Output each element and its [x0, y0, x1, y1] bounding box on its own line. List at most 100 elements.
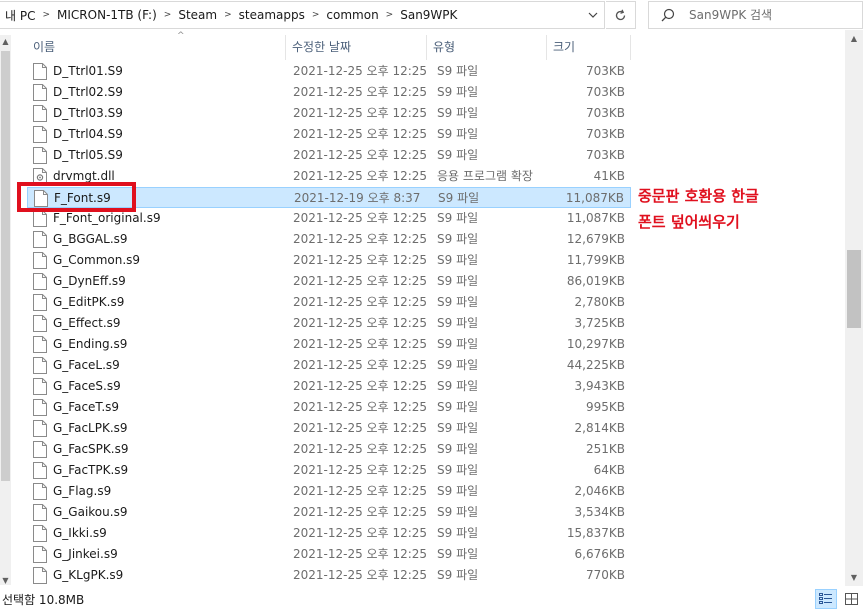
- breadcrumb-this-pc[interactable]: 내 PC: [2, 7, 38, 24]
- file-row[interactable]: G_Jinkei.s9 2021-12-25 오후 12:25 S9 파일 6,676…: [27, 544, 631, 565]
- file-icon: [33, 294, 47, 311]
- file-date-modified: 2021-12-25 오후 12:25: [293, 148, 428, 162]
- file-size: 11,087KB: [566, 211, 625, 225]
- file-date-modified: 2021-12-25 오후 12:25: [293, 505, 428, 519]
- breadcrumb-steam[interactable]: Steam: [175, 8, 220, 22]
- column-header-name[interactable]: ^ 이름: [27, 31, 286, 60]
- file-row[interactable]: D_Ttrl02.S9 2021-12-25 오후 12:25 S9 파일 703KB: [27, 82, 631, 103]
- breadcrumb-steamapps[interactable]: steamapps: [236, 8, 308, 22]
- status-text: 선택함 10.8MB: [2, 593, 85, 607]
- address-bar: 내 PC > MICRON-1TB (F:) > Steam > steamap…: [0, 0, 863, 30]
- file-type: S9 파일: [437, 421, 479, 435]
- breadcrumb-san9wpk[interactable]: San9WPK: [397, 8, 460, 22]
- file-date-modified: 2021-12-25 오후 12:25: [293, 253, 428, 267]
- file-row[interactable]: G_FacSPK.s9 2021-12-25 오후 12:25 S9 파일 251KB: [27, 439, 631, 460]
- file-icon: [33, 399, 47, 416]
- file-row[interactable]: G_Flag.s9 2021-12-25 오후 12:25 S9 파일 2,046KB: [27, 481, 631, 502]
- search-icon: [655, 8, 681, 22]
- file-name: D_Ttrl04.S9: [53, 127, 123, 141]
- breadcrumb-separator-icon[interactable]: >: [38, 10, 54, 20]
- refresh-button[interactable]: [606, 1, 636, 29]
- file-size: 703KB: [585, 64, 625, 78]
- large-icons-view-button[interactable]: [840, 589, 862, 609]
- vertical-scrollbar[interactable]: ▲ ▼: [845, 30, 863, 586]
- file-date-modified: 2021-12-25 오후 12:25: [293, 295, 428, 309]
- file-name: G_FaceT.s9: [53, 400, 120, 414]
- file-row[interactable]: G_KLgPK.s9 2021-12-25 오후 12:25 S9 파일 770KB: [27, 565, 631, 584]
- scroll-up-icon[interactable]: ▲: [845, 30, 863, 47]
- file-row[interactable]: D_Ttrl01.S9 2021-12-25 오후 12:25 S9 파일 703KB: [27, 61, 631, 82]
- file-size: 770KB: [585, 568, 625, 582]
- file-type: S9 파일: [437, 253, 479, 267]
- file-icon: [33, 378, 47, 395]
- file-name: G_FacLPK.s9: [53, 421, 128, 435]
- file-type: S9 파일: [437, 274, 479, 288]
- search-box[interactable]: [648, 1, 863, 29]
- file-size: 995KB: [585, 400, 625, 414]
- address-history-dropdown[interactable]: [581, 2, 605, 28]
- breadcrumb-separator-icon[interactable]: >: [308, 10, 324, 20]
- file-date-modified: 2021-12-25 오후 12:25: [293, 358, 428, 372]
- breadcrumb-separator-icon[interactable]: >: [382, 10, 398, 20]
- file-row[interactable]: G_Ikki.s9 2021-12-25 오후 12:25 S9 파일 15,837K…: [27, 523, 631, 544]
- breadcrumb-separator-icon[interactable]: >: [220, 10, 236, 20]
- file-icon: [33, 147, 47, 164]
- file-icon: [33, 315, 47, 332]
- file-row[interactable]: G_FacLPK.s9 2021-12-25 오후 12:25 S9 파일 2,814…: [27, 418, 631, 439]
- file-row[interactable]: D_Ttrl05.S9 2021-12-25 오후 12:25 S9 파일 703KB: [27, 145, 631, 166]
- file-size: 2,814KB: [574, 421, 625, 435]
- column-header-type[interactable]: 유형: [427, 35, 547, 60]
- breadcrumb-drive[interactable]: MICRON-1TB (F:): [54, 8, 160, 22]
- breadcrumb-common[interactable]: common: [323, 8, 381, 22]
- file-icon: [33, 63, 47, 80]
- file-size: 703KB: [585, 106, 625, 120]
- address-box[interactable]: 내 PC > MICRON-1TB (F:) > Steam > steamap…: [0, 1, 605, 29]
- file-size: 11,799KB: [566, 253, 625, 267]
- file-size: 12,679KB: [566, 232, 625, 246]
- file-date-modified: 2021-12-25 오후 12:25: [293, 547, 428, 561]
- scroll-down-icon[interactable]: ▼: [845, 569, 863, 586]
- file-icon: [33, 441, 47, 458]
- file-date-modified: 2021-12-25 오후 12:25: [293, 337, 428, 351]
- search-input[interactable]: [689, 8, 859, 22]
- file-date-modified: 2021-12-25 오후 12:25: [293, 169, 428, 183]
- file-size: 86,019KB: [566, 274, 625, 288]
- file-row[interactable]: G_FacTPK.s9 2021-12-25 오후 12:25 S9 파일 64KB: [27, 460, 631, 481]
- file-size: 6,676KB: [574, 547, 625, 561]
- file-date-modified: 2021-12-25 오후 12:25: [293, 421, 428, 435]
- file-size: 703KB: [585, 148, 625, 162]
- file-row[interactable]: G_Ending.s9 2021-12-25 오후 12:25 S9 파일 10,29…: [27, 334, 631, 355]
- file-type: S9 파일: [437, 400, 479, 414]
- column-header-name-label: 이름: [33, 40, 56, 54]
- file-type: S9 파일: [438, 191, 480, 205]
- file-type: S9 파일: [437, 379, 479, 393]
- file-list: D_Ttrl01.S9 2021-12-25 오후 12:25 S9 파일 703KB…: [0, 61, 845, 584]
- file-row[interactable]: G_DynEff.s9 2021-12-25 오후 12:25 S9 파일 86,01…: [27, 271, 631, 292]
- scroll-thumb[interactable]: [847, 250, 861, 328]
- file-row[interactable]: G_BGGAL.s9 2021-12-25 오후 12:25 S9 파일 12,679…: [27, 229, 631, 250]
- file-size: 11,087KB: [565, 191, 624, 205]
- file-type: S9 파일: [437, 568, 479, 582]
- file-date-modified: 2021-12-25 오후 12:25: [293, 526, 428, 540]
- file-date-modified: 2021-12-25 오후 12:25: [293, 85, 428, 99]
- file-date-modified: 2021-12-25 오후 12:25: [293, 442, 428, 456]
- breadcrumb-separator-icon[interactable]: >: [160, 10, 176, 20]
- details-view-button[interactable]: [815, 589, 837, 609]
- file-size: 3,943KB: [574, 379, 625, 393]
- file-type: S9 파일: [437, 295, 479, 309]
- file-row[interactable]: G_Common.s9 2021-12-25 오후 12:25 S9 파일 11,79…: [27, 250, 631, 271]
- file-icon: [33, 525, 47, 542]
- file-type: S9 파일: [437, 442, 479, 456]
- column-header-date[interactable]: 수정한 날짜: [286, 35, 427, 60]
- file-row[interactable]: G_EditPK.s9 2021-12-25 오후 12:25 S9 파일 2,780…: [27, 292, 631, 313]
- file-name: G_Common.s9: [53, 253, 141, 267]
- file-row[interactable]: G_FaceS.s9 2021-12-25 오후 12:25 S9 파일 3,943K…: [27, 376, 631, 397]
- file-icon: [33, 420, 47, 437]
- file-row[interactable]: G_FaceT.s9 2021-12-25 오후 12:25 S9 파일 995KB: [27, 397, 631, 418]
- file-row[interactable]: G_FaceL.s9 2021-12-25 오후 12:25 S9 파일 44,225…: [27, 355, 631, 376]
- file-row[interactable]: G_Gaikou.s9 2021-12-25 오후 12:25 S9 파일 3,534…: [27, 502, 631, 523]
- file-row[interactable]: D_Ttrl04.S9 2021-12-25 오후 12:25 S9 파일 703KB: [27, 124, 631, 145]
- file-row[interactable]: G_Effect.s9 2021-12-25 오후 12:25 S9 파일 3,725…: [27, 313, 631, 334]
- file-row[interactable]: D_Ttrl03.S9 2021-12-25 오후 12:25 S9 파일 703KB: [27, 103, 631, 124]
- column-header-size[interactable]: 크기: [547, 35, 631, 60]
